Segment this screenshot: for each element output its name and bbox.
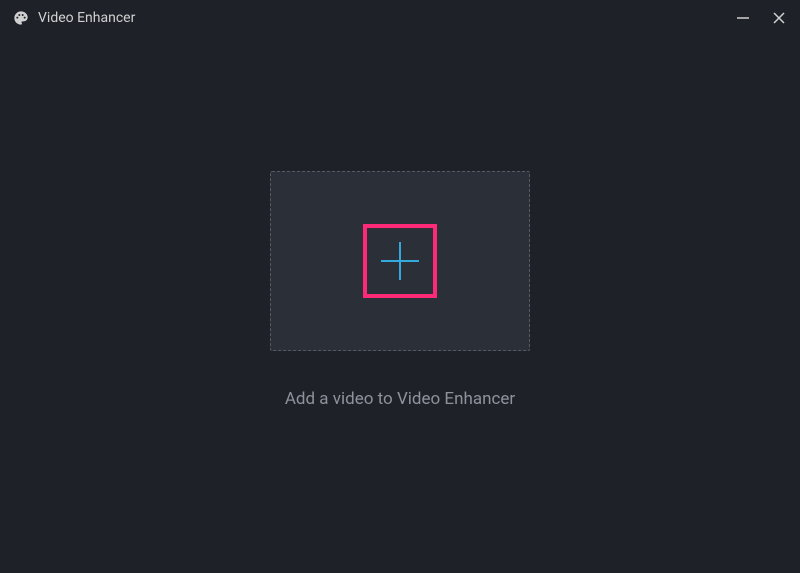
close-button[interactable]: [770, 9, 788, 27]
palette-icon: [12, 9, 30, 27]
minimize-icon: [735, 10, 751, 26]
main-content: Add a video to Video Enhancer: [0, 36, 800, 573]
close-icon: [771, 10, 787, 26]
plus-icon: [367, 228, 433, 294]
add-video-button[interactable]: [363, 224, 437, 298]
minimize-button[interactable]: [734, 9, 752, 27]
app-title: Video Enhancer: [38, 10, 135, 26]
video-drop-zone[interactable]: [270, 171, 530, 351]
title-bar: Video Enhancer: [0, 0, 800, 36]
instruction-text: Add a video to Video Enhancer: [285, 389, 515, 409]
window-controls: [734, 9, 788, 27]
